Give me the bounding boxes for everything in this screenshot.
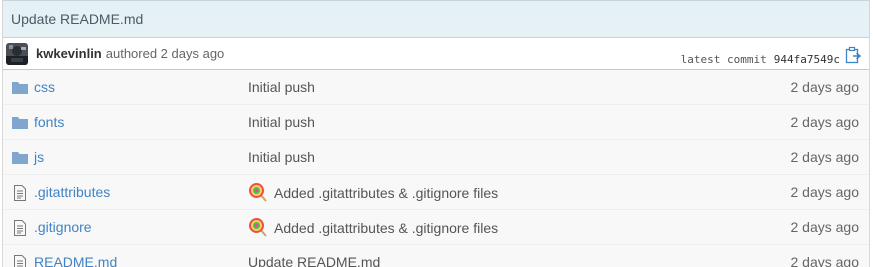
commit-age: 2 days ago — [790, 114, 860, 130]
file-name-link[interactable]: README.md — [34, 254, 117, 267]
commit-message-text[interactable]: Initial push — [248, 114, 315, 130]
commit-message[interactable]: Update README.md — [248, 254, 380, 267]
author-name[interactable]: kwkevinlin — [36, 46, 102, 61]
commit-message[interactable]: Added .gitattributes & .gitignore files — [248, 182, 498, 202]
commit-message-text[interactable]: Initial push — [248, 79, 315, 95]
table-row: .gitattributes Added .gitattributes & .g… — [3, 175, 869, 210]
table-row: fonts Initial push 2 days ago — [3, 105, 869, 140]
file-name-link[interactable]: fonts — [34, 114, 64, 130]
file-list: css Initial push 2 days ago fonts Initia… — [3, 70, 869, 267]
commit-message[interactable]: Added .gitattributes & .gitignore files — [248, 217, 498, 237]
commit-age: 2 days ago — [790, 254, 860, 267]
lollipop-icon — [248, 217, 268, 237]
table-row: README.md Update README.md 2 days ago — [3, 245, 869, 267]
commit-message[interactable]: Initial push — [248, 79, 315, 95]
folder-icon — [12, 80, 28, 96]
commit-title-bar: Update README.md — [3, 0, 869, 38]
commit-meta: kwkevinlin authored 2 days ago latest co… — [3, 38, 869, 70]
table-row: .gitignore Added .gitattributes & .gitig… — [3, 210, 869, 245]
file-text-icon — [12, 220, 28, 236]
file-name-link[interactable]: .gitignore — [34, 219, 92, 235]
authored-time: authored 2 days ago — [105, 46, 225, 61]
table-row: js Initial push 2 days ago — [3, 140, 869, 175]
commit-age: 2 days ago — [790, 149, 860, 165]
commit-message-text[interactable]: Initial push — [248, 149, 315, 165]
lollipop-icon — [248, 182, 268, 202]
commit-message[interactable]: Initial push — [248, 114, 315, 130]
avatar[interactable] — [6, 42, 28, 65]
commit-age: 2 days ago — [790, 219, 860, 235]
file-text-icon — [12, 255, 28, 267]
commit-message-text[interactable]: Update README.md — [248, 254, 380, 267]
commit-title-link[interactable]: Update README.md — [11, 11, 143, 27]
commit-message-text[interactable]: Added .gitattributes & .gitignore files — [274, 220, 498, 236]
commit-age: 2 days ago — [790, 79, 860, 95]
commit-age: 2 days ago — [790, 184, 860, 200]
file-name-link[interactable]: .gitattributes — [34, 184, 110, 200]
commit-message[interactable]: Initial push — [248, 149, 315, 165]
commit-message-text[interactable]: Added .gitattributes & .gitignore files — [274, 185, 498, 201]
folder-icon — [12, 115, 28, 131]
table-row: css Initial push 2 days ago — [3, 70, 869, 105]
commit-sha[interactable]: 944fa7549c — [774, 53, 840, 66]
file-name-link[interactable]: css — [34, 79, 55, 95]
file-text-icon — [12, 185, 28, 201]
file-browser: Update README.md kwkevinlin authored 2 d… — [2, 0, 870, 267]
latest-commit: latest commit 944fa7549c — [680, 43, 862, 66]
latest-commit-label: latest commit — [680, 53, 767, 66]
file-name-link[interactable]: js — [34, 149, 44, 165]
clipboard-copy-icon[interactable] — [845, 46, 862, 64]
folder-icon — [12, 150, 28, 166]
